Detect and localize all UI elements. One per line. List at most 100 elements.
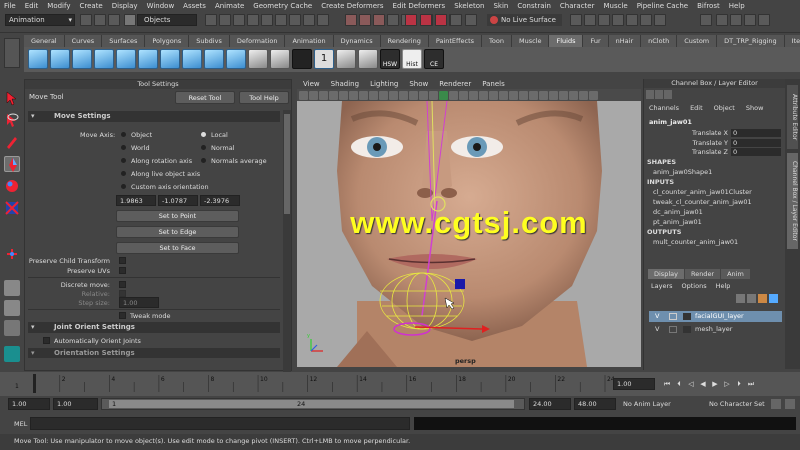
- selection-mask-icon[interactable]: [124, 14, 136, 26]
- ocean-icon[interactable]: [116, 49, 136, 69]
- go-to-start-icon[interactable]: ⏮: [662, 379, 672, 389]
- range-slider[interactable]: 1 24: [101, 398, 525, 410]
- custom-axis-x[interactable]: 1.9863: [116, 195, 156, 206]
- tab-icon[interactable]: [664, 90, 672, 99]
- play-forward-icon[interactable]: ▶: [710, 379, 720, 389]
- snap-plane-icon[interactable]: [450, 14, 462, 26]
- viewport-menu-item[interactable]: View: [303, 80, 320, 88]
- scrollbar-thumb[interactable]: [284, 114, 290, 214]
- tweak-mode-checkbox[interactable]: [119, 312, 126, 319]
- mask-icon[interactable]: [261, 14, 273, 26]
- layer-move-down-icon[interactable]: [747, 294, 756, 303]
- snap-point-icon[interactable]: [373, 14, 385, 26]
- viewport-tool-icon[interactable]: [539, 90, 548, 100]
- current-frame-field[interactable]: 1.00: [613, 378, 655, 390]
- history-toggle-icon[interactable]: Hist: [402, 49, 422, 69]
- axis-option-normals-average[interactable]: Normals average: [201, 157, 267, 165]
- camera-icon[interactable]: [640, 14, 652, 26]
- animation-preferences-icon[interactable]: [785, 399, 795, 409]
- viewport-tool-icon[interactable]: [379, 90, 388, 100]
- viewport-menu-item[interactable]: Renderer: [439, 80, 471, 88]
- mask-icon[interactable]: [303, 14, 315, 26]
- viewport-menu-item[interactable]: Lighting: [370, 80, 398, 88]
- input-node[interactable]: dc_anim_jaw01: [653, 208, 703, 218]
- menu-item[interactable]: File: [4, 2, 16, 10]
- magnet-icon[interactable]: [405, 14, 417, 26]
- layer-name[interactable]: facialGUI_layer: [695, 311, 744, 322]
- viewport-tool-icon[interactable]: [399, 90, 408, 100]
- snap-grid-icon[interactable]: [345, 14, 357, 26]
- mask-icon[interactable]: [289, 14, 301, 26]
- scale-tool-icon[interactable]: [4, 200, 20, 216]
- anim-layer-label[interactable]: No Anim Layer: [623, 400, 671, 408]
- menu-item[interactable]: Edit Deformers: [393, 2, 446, 10]
- mask-icon[interactable]: [205, 14, 217, 26]
- toggle-tool-settings-icon[interactable]: [744, 14, 756, 26]
- shelf-tab[interactable]: Muscle: [511, 35, 550, 47]
- attribute-value[interactable]: 0: [731, 148, 781, 156]
- fluid-container-icon[interactable]: [28, 49, 48, 69]
- shelf-tab[interactable]: nHair: [608, 35, 642, 47]
- shelf-tab[interactable]: Polygons: [145, 35, 190, 47]
- magnet-point-icon[interactable]: [435, 14, 447, 26]
- axis-option-world[interactable]: World: [121, 144, 150, 152]
- layer-editor-tab[interactable]: Anim: [721, 269, 750, 279]
- viewport-tool-icon[interactable]: [339, 90, 348, 100]
- set-to-point-button[interactable]: Set to Point: [116, 210, 239, 222]
- ce-icon[interactable]: CE: [424, 49, 444, 69]
- layer-color-icon[interactable]: [683, 326, 691, 333]
- channel-box-tab[interactable]: Channel Box / Layer Editor: [787, 153, 798, 249]
- layer-editor-menu-item[interactable]: Help: [716, 282, 731, 290]
- input-node[interactable]: pt_anim_jaw01: [653, 218, 702, 228]
- boat-icon[interactable]: [182, 49, 202, 69]
- step-forward-icon[interactable]: ⏵: [734, 379, 744, 389]
- viewport-menu-item[interactable]: Panels: [482, 80, 505, 88]
- set-to-edge-button[interactable]: Set to Edge: [116, 226, 239, 238]
- layer-editor-menu-item[interactable]: Options: [682, 282, 707, 290]
- menu-set-select[interactable]: Animation: [5, 14, 75, 26]
- move-manipulator-center[interactable]: [455, 279, 465, 289]
- step-back-key-icon[interactable]: ◁: [686, 379, 696, 389]
- viewport-menu-item[interactable]: Shading: [331, 80, 359, 88]
- shelf-tab[interactable]: Subdivs: [189, 35, 230, 47]
- playback-end-field[interactable]: 24.00: [529, 398, 571, 410]
- tab-icon[interactable]: [655, 90, 663, 99]
- fluid-examples-icon[interactable]: [248, 49, 268, 69]
- channel-box-menu-item[interactable]: Edit: [690, 104, 703, 112]
- mask-icon[interactable]: [275, 14, 287, 26]
- relative-checkbox[interactable]: [119, 290, 126, 297]
- menu-item[interactable]: Bifrost: [697, 2, 720, 10]
- rotate-tool-icon[interactable]: [4, 178, 20, 194]
- axis-option-normal[interactable]: Normal: [201, 144, 235, 152]
- live-surface-field[interactable]: No Live Surface: [487, 14, 562, 26]
- layer-move-up-icon[interactable]: [736, 294, 745, 303]
- viewport-tool-icon[interactable]: [489, 90, 498, 100]
- viewport-tool-icon[interactable]: [419, 90, 428, 100]
- new-scene-icon[interactable]: [80, 14, 92, 26]
- magnet-curve-icon[interactable]: [420, 14, 432, 26]
- viewport-tool-icon[interactable]: [349, 90, 358, 100]
- channel-box-menu-item[interactable]: Object: [714, 104, 735, 112]
- viewport-tool-icon[interactable]: [569, 90, 578, 100]
- viewport-tool-icon[interactable]: [389, 90, 398, 100]
- mask-icon[interactable]: [233, 14, 245, 26]
- mask-icon[interactable]: [219, 14, 231, 26]
- reset-tool-button[interactable]: Reset Tool: [175, 91, 235, 104]
- viewport-tool-icon[interactable]: [529, 90, 538, 100]
- layer-color-icon[interactable]: [683, 313, 691, 320]
- auto-orient-checkbox[interactable]: [43, 337, 50, 344]
- menu-item[interactable]: Create: [79, 2, 102, 10]
- menu-item[interactable]: Create Deformers: [321, 2, 383, 10]
- pond-icon[interactable]: [138, 49, 158, 69]
- menu-item[interactable]: Window: [147, 2, 175, 10]
- tab-icon[interactable]: [646, 90, 654, 99]
- step-back-icon[interactable]: ⏴: [674, 379, 684, 389]
- step-forward-key-icon[interactable]: ▷: [722, 379, 732, 389]
- channel-box-menu-item[interactable]: Channels: [649, 104, 679, 112]
- viewport-tool-icon[interactable]: [369, 90, 378, 100]
- axis-option-live-object[interactable]: Along live object axis: [121, 170, 200, 178]
- custom-axis-y[interactable]: -1.0787: [158, 195, 198, 206]
- blend-shape-icon[interactable]: [336, 49, 356, 69]
- render-fluid-icon[interactable]: [270, 49, 290, 69]
- shelf-tab[interactable]: Toon: [482, 35, 512, 47]
